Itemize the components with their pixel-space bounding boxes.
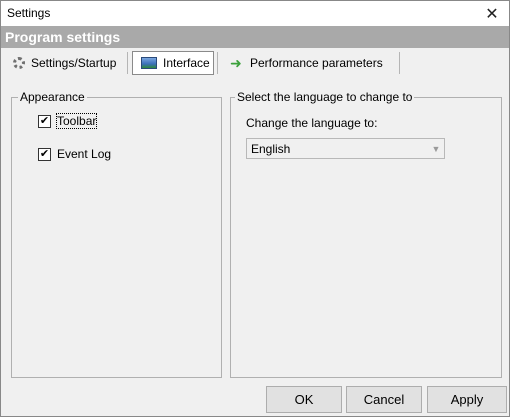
- change-language-label: Change the language to:: [246, 116, 378, 130]
- apply-button[interactable]: Apply: [427, 386, 507, 413]
- tab-label: Settings/Startup: [31, 56, 117, 70]
- tab-interface[interactable]: Interface: [132, 51, 214, 75]
- tab-label: Interface: [163, 56, 210, 70]
- appearance-group: Appearance ✔ Toolbar ✔ Event Log: [11, 90, 222, 378]
- check-icon: ✔: [39, 147, 50, 160]
- title-bar: Settings ✕: [1, 1, 509, 26]
- close-icon[interactable]: ✕: [475, 1, 509, 26]
- gear-icon: [13, 57, 25, 69]
- appearance-legend: Appearance: [18, 90, 87, 104]
- monitor-icon: [141, 57, 157, 69]
- check-icon: ✔: [39, 114, 50, 127]
- tab-divider: [399, 52, 400, 74]
- settings-window: Settings ✕ Program settings Settings/Sta…: [0, 0, 510, 417]
- toolbar-option[interactable]: ✔ Toolbar: [38, 113, 98, 129]
- event-log-checkbox[interactable]: ✔: [38, 147, 51, 161]
- language-select[interactable]: English ▼: [246, 138, 445, 159]
- toolbar-label: Toolbar: [55, 113, 98, 129]
- tab-bar: Settings/Startup Interface ➜ Performance…: [1, 48, 509, 78]
- ok-button[interactable]: OK: [266, 386, 342, 413]
- language-group: Select the language to change to Change …: [230, 90, 502, 378]
- event-log-label: Event Log: [57, 147, 112, 161]
- event-log-option[interactable]: ✔ Event Log: [38, 147, 111, 161]
- window-title: Settings: [7, 6, 51, 20]
- tab-label: Performance parameters: [250, 56, 383, 70]
- language-selected-value: English: [251, 141, 291, 156]
- tab-divider: [127, 52, 128, 74]
- cancel-button[interactable]: Cancel: [346, 386, 422, 413]
- green-arrow-icon: ➜: [230, 55, 242, 71]
- tab-performance-parameters[interactable]: ➜ Performance parameters: [222, 51, 398, 75]
- toolbar-checkbox[interactable]: ✔: [38, 114, 51, 128]
- chevron-down-icon[interactable]: ▼: [428, 139, 444, 158]
- page-title: Program settings: [1, 26, 509, 48]
- tab-divider: [217, 52, 218, 74]
- tab-settings-startup[interactable]: Settings/Startup: [3, 51, 125, 75]
- language-legend: Select the language to change to: [235, 90, 415, 104]
